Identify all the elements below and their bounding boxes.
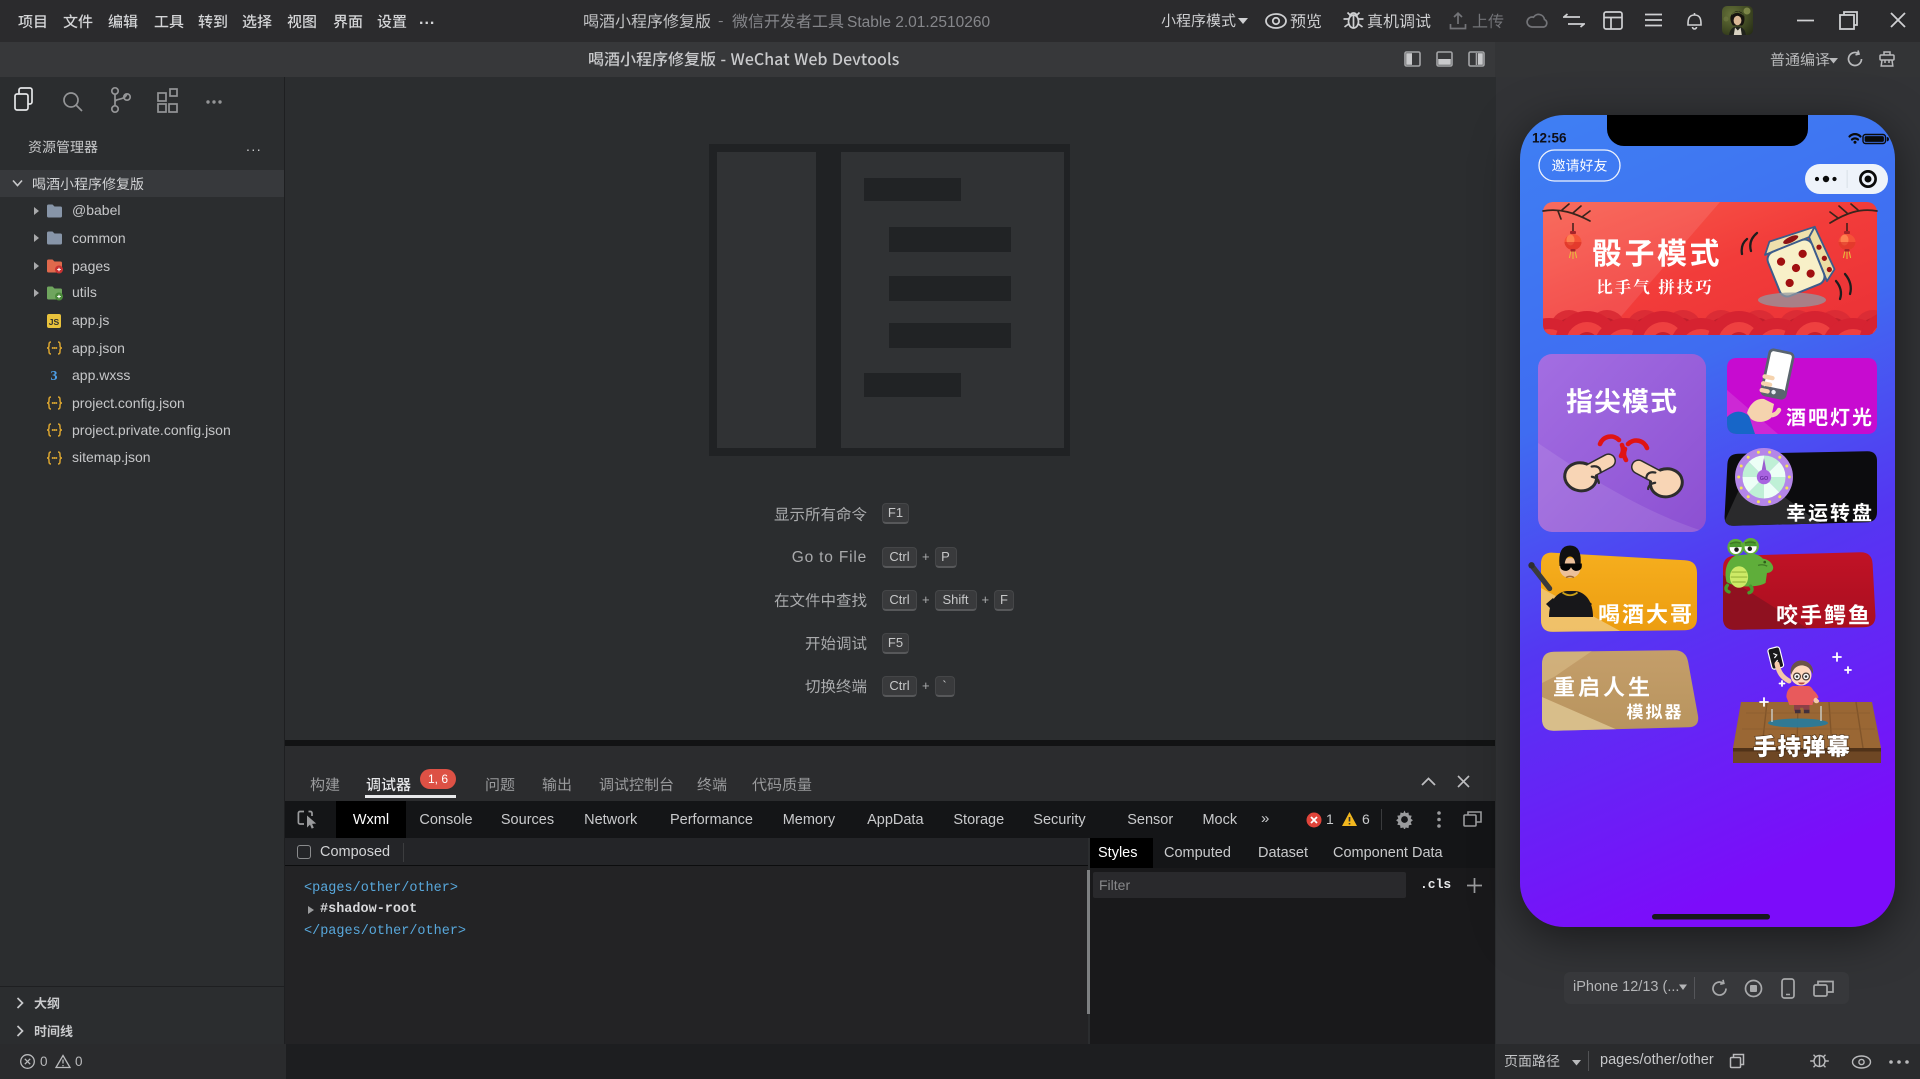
svg-text:JS: JS bbox=[49, 317, 60, 327]
svg-text:3: 3 bbox=[51, 369, 58, 383]
svg-text:GO: GO bbox=[1760, 476, 1769, 482]
svg-text:12:56: 12:56 bbox=[1532, 131, 1567, 146]
